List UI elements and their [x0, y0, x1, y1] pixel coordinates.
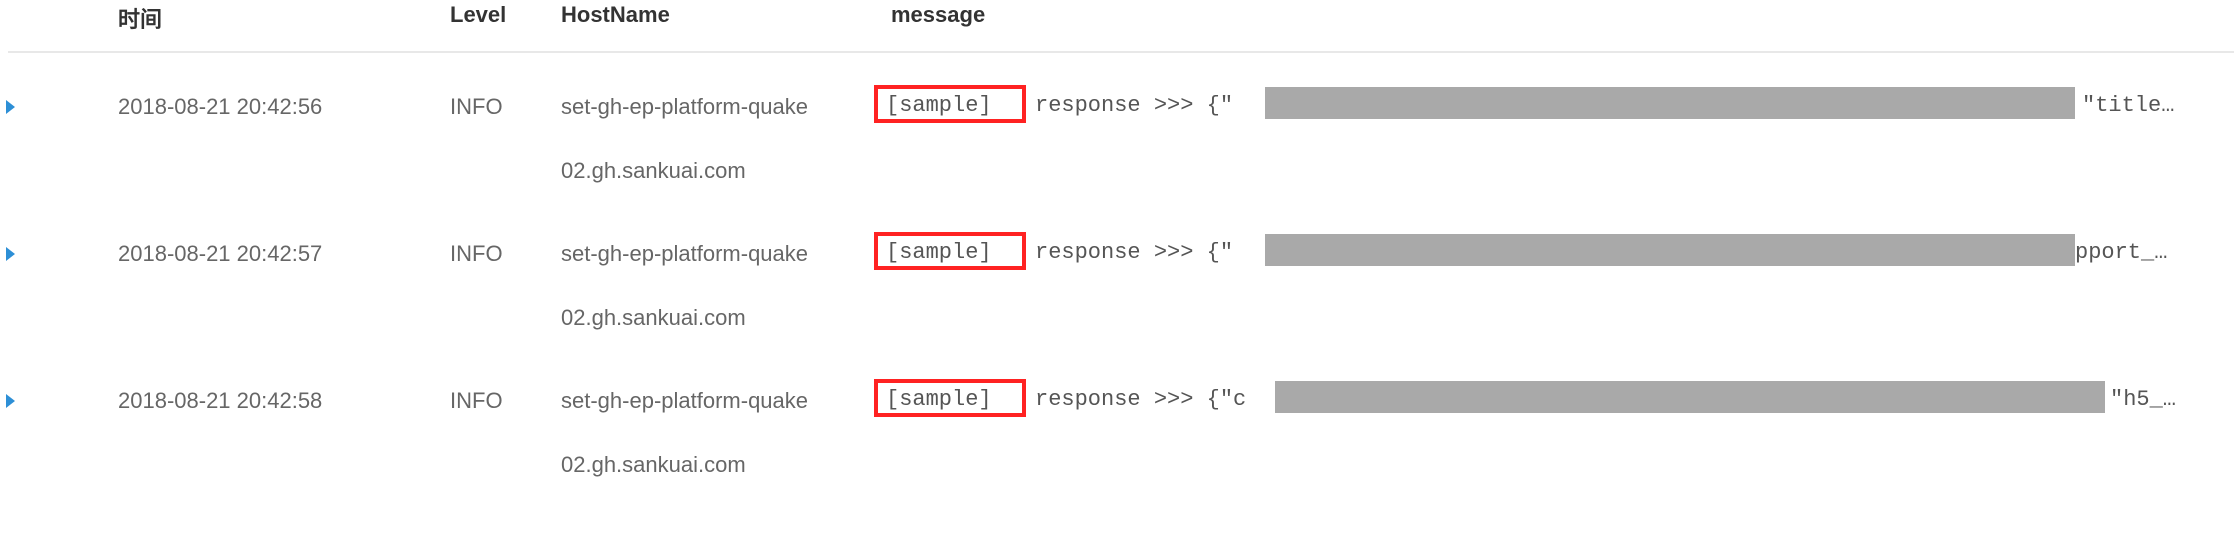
message-tag: [sample]: [886, 240, 992, 265]
redaction-block: [1265, 234, 2075, 266]
level-cell: INFO: [450, 94, 503, 119]
message-tag: [sample]: [886, 387, 992, 412]
level-cell: INFO: [450, 388, 503, 413]
column-header-level[interactable]: Level: [450, 2, 506, 28]
message-end: "title…: [2082, 93, 2175, 118]
message-tag: [sample]: [886, 93, 992, 118]
redaction-block: [1265, 87, 2075, 119]
message-end: "h5_…: [2110, 387, 2177, 412]
message-end: pport_…: [2075, 240, 2168, 265]
hostname-line2: 02.gh.sankuai.com: [561, 305, 746, 330]
level-cell: INFO: [450, 241, 503, 266]
message-start: response >>> {"c: [1035, 387, 1247, 412]
message-start: response >>> {": [1035, 240, 1234, 265]
hostname-line2: 02.gh.sankuai.com: [561, 452, 746, 477]
hostname-line1: set-gh-ep-platform-quake: [561, 241, 809, 266]
column-header-message[interactable]: message: [891, 2, 985, 28]
expand-arrow-icon[interactable]: [6, 394, 15, 408]
expand-arrow-icon[interactable]: [6, 247, 15, 261]
message-cell: [sample] response >>> {" pport_…: [870, 232, 2200, 276]
hostname-cell: set-gh-ep-platform-quake 02.gh.sankuai.co…: [561, 91, 881, 187]
table-row[interactable]: 2018-08-21 20:42:56 INFO set-gh-ep-platf…: [0, 85, 2234, 239]
expand-arrow-icon[interactable]: [6, 100, 15, 114]
time-cell: 2018-08-21 20:42:56: [118, 94, 323, 119]
hostname-cell: set-gh-ep-platform-quake 02.gh.sankuai.co…: [561, 238, 881, 334]
header-divider: [8, 51, 2234, 53]
time-cell: 2018-08-21 20:42:57: [118, 241, 323, 266]
table-row[interactable]: 2018-08-21 20:42:57 INFO set-gh-ep-platf…: [0, 232, 2234, 386]
hostname-line2: 02.gh.sankuai.com: [561, 158, 746, 183]
column-header-hostname[interactable]: HostName: [561, 2, 670, 28]
table-row[interactable]: 2018-08-21 20:42:58 INFO set-gh-ep-platf…: [0, 379, 2234, 533]
redaction-block: [1275, 381, 2105, 413]
hostname-line1: set-gh-ep-platform-quake: [561, 94, 809, 119]
message-start: response >>> {": [1035, 93, 1234, 118]
time-cell: 2018-08-21 20:42:58: [118, 388, 323, 413]
hostname-line1: set-gh-ep-platform-quake: [561, 388, 809, 413]
column-header-time[interactable]: 时间: [118, 2, 162, 34]
hostname-cell: set-gh-ep-platform-quake 02.gh.sankuai.co…: [561, 385, 881, 481]
message-cell: [sample] response >>> {"c "h5_…: [870, 379, 2200, 423]
message-cell: [sample] response >>> {" "title…: [870, 85, 2200, 129]
